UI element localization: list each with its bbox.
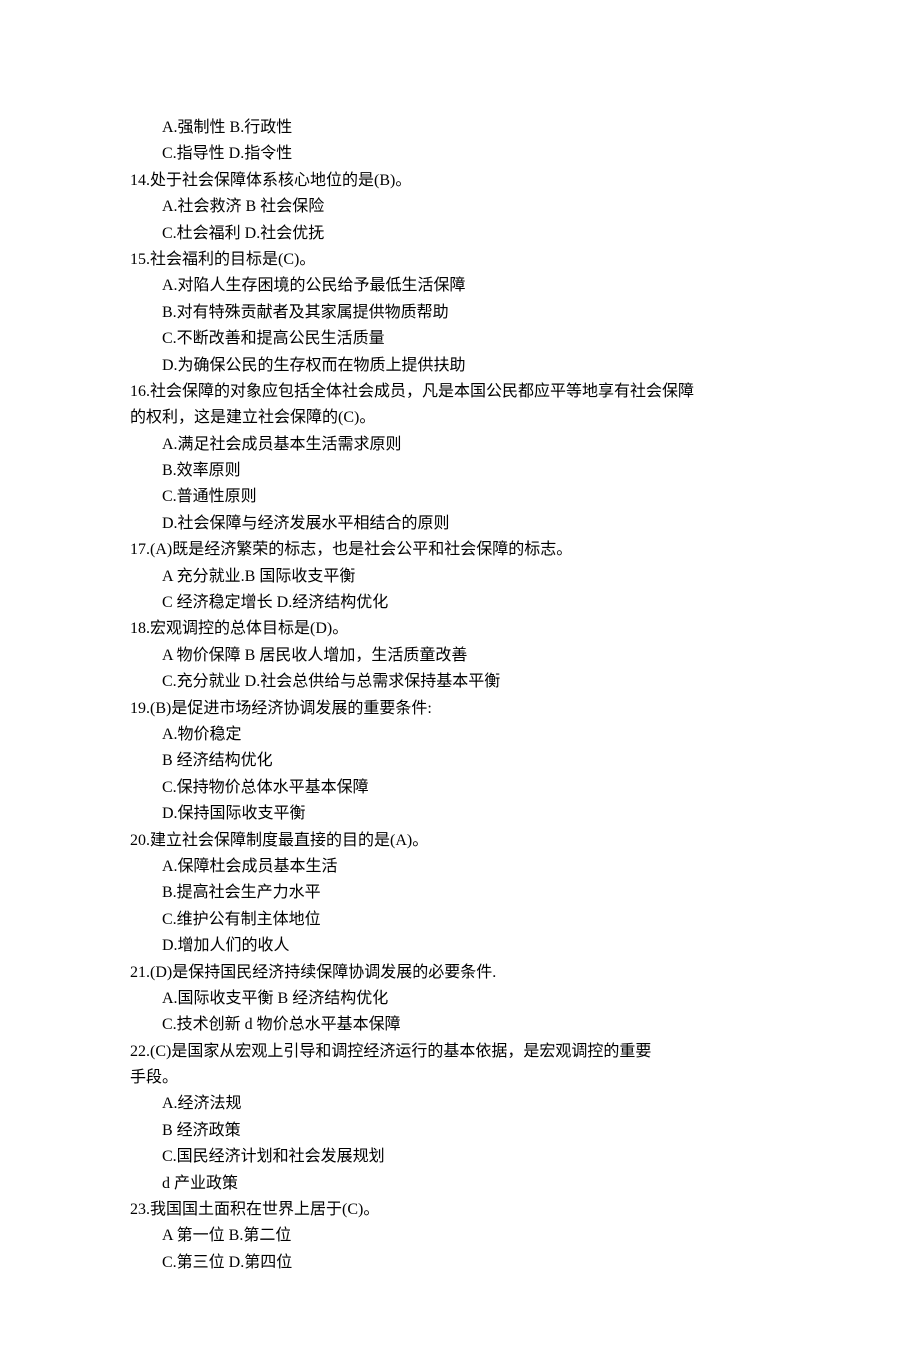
- option-text: C.指导性 D.指令性: [130, 141, 790, 167]
- option-text: C 经济稳定增长 D.经济结构优化: [130, 590, 790, 616]
- option-text: C.国民经济计划和社会发展规划: [130, 1144, 790, 1170]
- option-text: C.普通性原则: [130, 484, 790, 510]
- option-text: B.效率原则: [130, 458, 790, 484]
- option-text: C.技术创新 d 物价总水平基本保障: [130, 1012, 790, 1038]
- question-continuation: 的权利，这是建立社会保障的(C)。: [130, 405, 790, 431]
- option-text: C.不断改善和提高公民生活质量: [130, 326, 790, 352]
- question-18: 18.宏观调控的总体目标是(D)。: [130, 616, 790, 642]
- option-text: B 经济结构优化: [130, 748, 790, 774]
- option-text: C.保持物价总体水平基本保障: [130, 775, 790, 801]
- question-21: 21.(D)是保持国民经济持续保障协调发展的必要条件.: [130, 960, 790, 986]
- document-content: A.强制性 B.行政性 C.指导性 D.指令性 14.处于社会保障体系核心地位的…: [130, 115, 790, 1276]
- option-text: A 充分就业.B 国际收支平衡: [130, 564, 790, 590]
- option-text: A.保障杜会成员基本生活: [130, 854, 790, 880]
- option-text: D.增加人们的收人: [130, 933, 790, 959]
- question-19: 19.(B)是促进市场经济协调发展的重要条件:: [130, 696, 790, 722]
- option-text: C.第三位 D.第四位: [130, 1250, 790, 1276]
- option-text: C.充分就业 D.社会总供给与总需求保持基本平衡: [130, 669, 790, 695]
- option-text: B.提高社会生产力水平: [130, 880, 790, 906]
- option-text: B.对有特殊贡献者及其家属提供物质帮助: [130, 300, 790, 326]
- question-16: 16.社会保障的对象应包括全体社会成员，凡是本国公民都应平等地享有社会保障: [130, 379, 790, 405]
- option-text: A 物价保障 B 居民收人增加，生活质童改善: [130, 643, 790, 669]
- option-text: A.社会救济 B 社会保险: [130, 194, 790, 220]
- question-22: 22.(C)是国家从宏观上引导和调控经济运行的基本依据，是宏观调控的重要: [130, 1039, 790, 1065]
- question-continuation: 手段。: [130, 1065, 790, 1091]
- option-text: A.物价稳定: [130, 722, 790, 748]
- option-text: A.强制性 B.行政性: [130, 115, 790, 141]
- option-text: B 经济政策: [130, 1118, 790, 1144]
- option-text: C.杜会福利 D.社会优抚: [130, 221, 790, 247]
- option-text: D.社会保障与经济发展水平相结合的原则: [130, 511, 790, 537]
- question-23: 23.我国国土面积在世界上居于(C)。: [130, 1197, 790, 1223]
- option-text: A.国际收支平衡 B 经济结构优化: [130, 986, 790, 1012]
- option-text: A.满足社会成员基本生活需求原则: [130, 432, 790, 458]
- question-14: 14.处于社会保障体系核心地位的是(B)。: [130, 168, 790, 194]
- question-17: 17.(A)既是经济繁荣的标志，也是社会公平和社会保障的标志。: [130, 537, 790, 563]
- option-text: D.保持国际收支平衡: [130, 801, 790, 827]
- option-text: D.为确保公民的生存权而在物质上提供扶助: [130, 353, 790, 379]
- question-20: 20.建立社会保障制度最直接的目的是(A)。: [130, 828, 790, 854]
- option-text: A 第一位 B.第二位: [130, 1223, 790, 1249]
- option-text: d 产业政策: [130, 1171, 790, 1197]
- option-text: A.经济法规: [130, 1091, 790, 1117]
- option-text: C.维护公有制主体地位: [130, 907, 790, 933]
- question-15: 15.社会福利的目标是(C)。: [130, 247, 790, 273]
- option-text: A.对陷人生存困境的公民给予最低生活保障: [130, 273, 790, 299]
